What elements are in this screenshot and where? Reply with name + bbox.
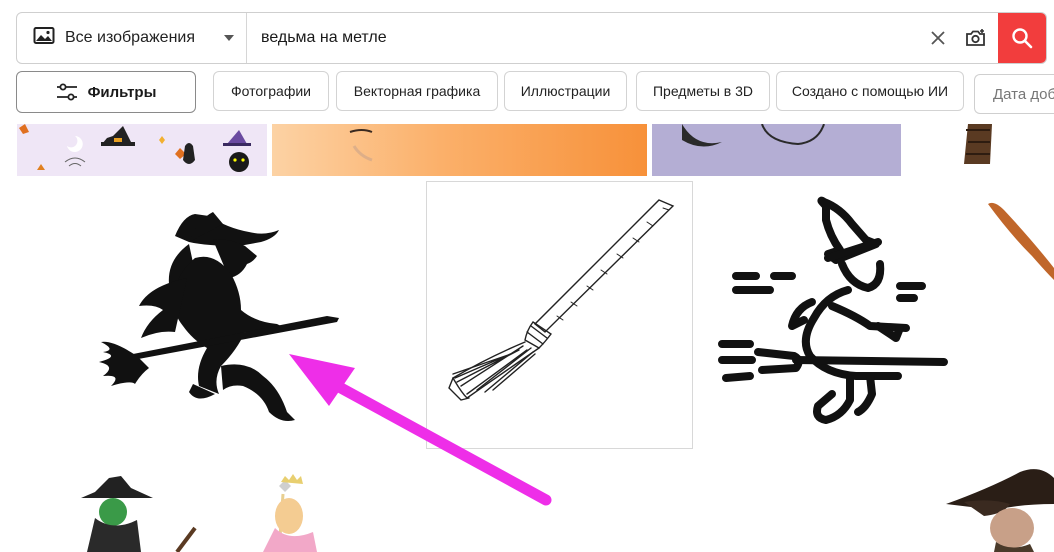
chevron-down-icon (224, 35, 234, 41)
close-icon (931, 31, 945, 45)
result-image-orange-witch[interactable] (272, 124, 647, 176)
result-image-witch-line-icon[interactable] (700, 180, 960, 450)
chip-ai-generated[interactable]: Создано с помощью ИИ (776, 71, 964, 111)
search-icon (1012, 28, 1033, 49)
result-image-purple-witch[interactable] (652, 124, 901, 176)
result-image-broom-sketch[interactable] (426, 181, 693, 449)
search-input[interactable] (247, 13, 922, 63)
chip-3d[interactable]: Предметы в 3D (636, 71, 770, 111)
chip-illustrations[interactable]: Иллюстрации (504, 71, 627, 111)
clear-search-button[interactable] (922, 22, 954, 54)
camera-search-icon (966, 29, 985, 46)
filters-label: Фильтры (87, 83, 157, 101)
chip-vector[interactable]: Векторная графика (336, 71, 498, 111)
image-type-dropdown[interactable]: Все изображения (17, 13, 247, 63)
result-image-halloween-pattern[interactable] (17, 124, 267, 176)
chip-photos[interactable]: Фотографии (213, 71, 329, 111)
result-image-witch-characters[interactable] (17, 458, 347, 552)
result-image-broom-brown[interactable] (920, 124, 1054, 176)
result-image-orange-broom[interactable] (962, 180, 1054, 450)
result-image-old-witch[interactable] (900, 458, 1054, 552)
image-icon (33, 26, 55, 51)
filter-bar: Фильтры Фотографии Векторная графика Илл… (16, 71, 1054, 114)
sliders-icon (56, 83, 77, 101)
date-added-dropdown[interactable]: Дата доб (974, 74, 1054, 114)
visual-search-button[interactable] (960, 22, 992, 54)
stock-search-page: Все изображения Фильтры Фотографии Векто… (0, 0, 1054, 552)
result-image-witch-silhouette[interactable] (17, 180, 422, 450)
filters-button[interactable]: Фильтры (16, 71, 196, 113)
search-button[interactable] (998, 13, 1046, 63)
search-bar: Все изображения (16, 12, 1047, 64)
image-type-label: Все изображения (65, 29, 196, 46)
